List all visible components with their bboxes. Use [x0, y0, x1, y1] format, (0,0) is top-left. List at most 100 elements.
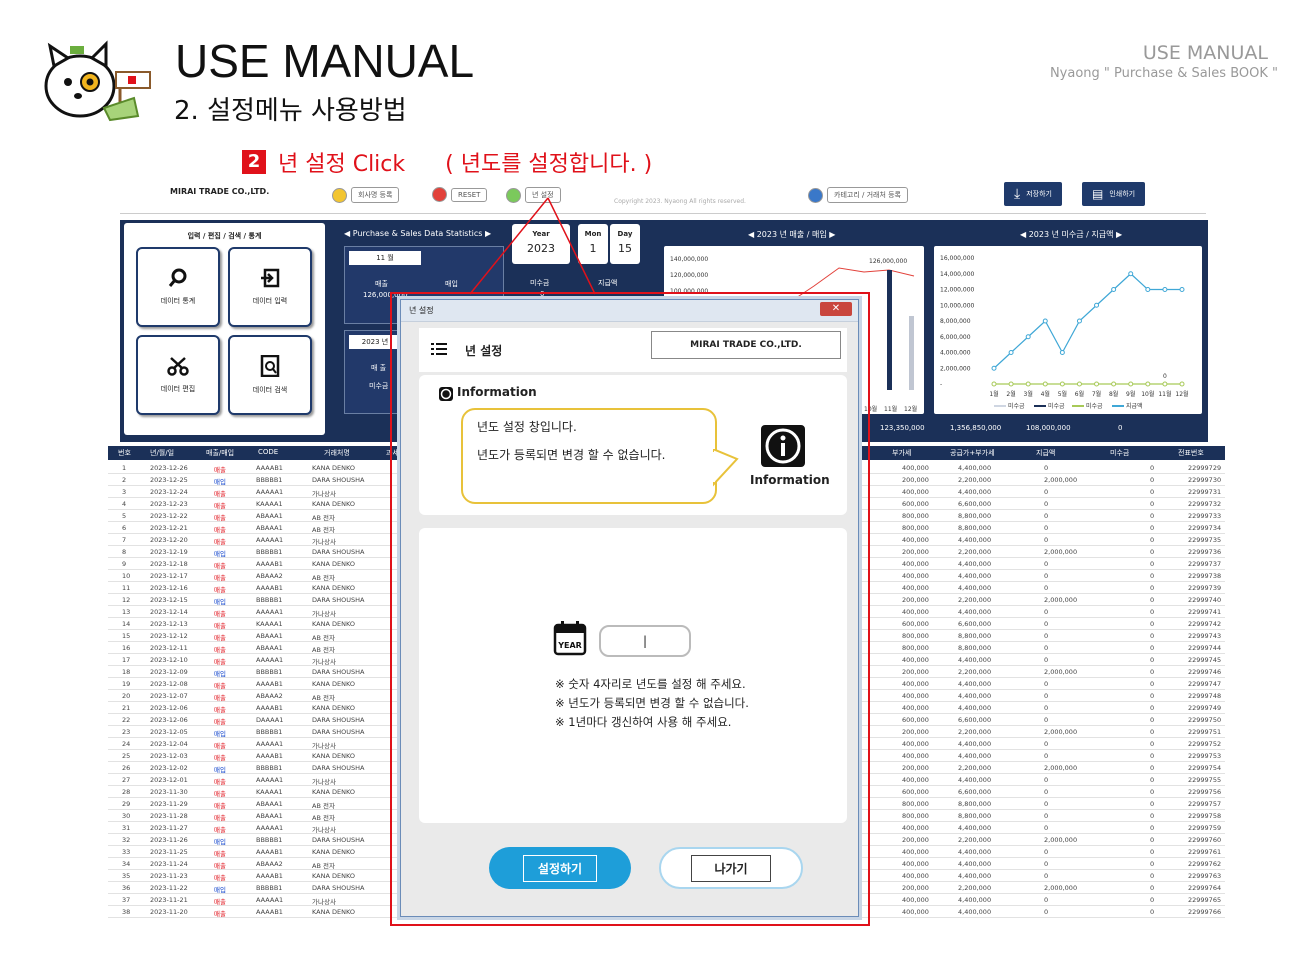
chart2-xtick: 1월 — [989, 390, 998, 398]
chart2-xtick: 4월 — [1041, 390, 1050, 398]
data-stats-tile[interactable]: 데이터 통계 — [136, 247, 220, 327]
table-cell: 400,000 — [902, 464, 929, 472]
table-cell: 1 — [122, 464, 127, 472]
table-cell: 0 — [1044, 872, 1049, 880]
table-cell: 매출 — [214, 526, 226, 534]
table-cell: BBBBB1 — [256, 548, 283, 556]
table-cell: 0 — [1150, 488, 1155, 496]
table-cell: 4,400,000 — [958, 896, 992, 904]
series-point — [1094, 302, 1100, 308]
chart2-ytick: 6,000,000 — [940, 334, 971, 341]
table-cell: 400,000 — [902, 908, 929, 916]
print-button[interactable]: ▤ 인쇄하기 — [1082, 182, 1146, 206]
legend-label: 미수금 — [1048, 402, 1065, 410]
doc-search-icon — [260, 355, 280, 377]
table-cell: 9 — [122, 560, 127, 568]
chart2-xtick: 10월 — [1141, 390, 1154, 398]
table-cell: 2023-11-22 — [150, 884, 188, 892]
table-cell: 2,000,000 — [1044, 728, 1078, 736]
table-cell: 22999732 — [1188, 500, 1222, 508]
table-cell: AB 전자 — [312, 574, 335, 582]
table-cell: 매출 — [214, 562, 226, 570]
table-cell: 15 — [122, 632, 131, 640]
chart2-ytick: 10,000,000 — [940, 302, 975, 309]
table-cell: 2023-12-01 — [150, 776, 188, 784]
speech-bubble: 년도 설정 창입니다. 년도가 등록되면 변경 할 수 없습니다. — [461, 408, 717, 504]
data-search-tile[interactable]: 데이터 검색 — [228, 335, 312, 415]
table-cell: 6,600,000 — [958, 620, 992, 628]
series-point — [1059, 381, 1065, 387]
table-cell: AB 전자 — [312, 646, 335, 654]
table-cell: 매입 — [214, 598, 226, 606]
table-cell: 0 — [1150, 464, 1155, 472]
calendar-day: Day 15 — [610, 224, 640, 264]
chart2-xtick: 3월 — [1024, 390, 1033, 398]
category-register-button[interactable]: 카테고리 / 거래처 등록 — [808, 187, 908, 203]
blue-dot-icon — [808, 187, 823, 203]
table-cell: KANA DENKO — [312, 584, 355, 592]
table-cell: 400,000 — [902, 896, 929, 904]
table-cell: 가나상사 — [312, 826, 336, 834]
table-cell: 0 — [1044, 848, 1049, 856]
table-cell: 4,400,000 — [958, 740, 992, 748]
table-cell: 0 — [1044, 908, 1049, 916]
table-cell: 13 — [122, 608, 131, 616]
table-cell: 400,000 — [902, 560, 929, 568]
table-cell: 8,800,000 — [958, 800, 992, 808]
table-cell: 2,000,000 — [1044, 476, 1078, 484]
table-cell: 400,000 — [902, 608, 929, 616]
series-point — [1128, 271, 1134, 277]
table-cell: 2023-12-22 — [150, 512, 188, 520]
table-cell: 0 — [1150, 728, 1155, 736]
table-cell: 2023-12-17 — [150, 572, 188, 580]
company-register-button[interactable]: 회사명 등록 — [332, 187, 400, 203]
exit-button[interactable]: 나가기 — [659, 847, 803, 889]
year-input[interactable]: | — [599, 625, 691, 657]
table-cell: 22999748 — [1188, 692, 1222, 700]
table-cell: 0 — [1044, 560, 1049, 568]
series-point — [1145, 287, 1151, 292]
table-cell: 매출 — [214, 778, 226, 786]
table-cell: DARA SHOUSHA — [312, 884, 365, 892]
data-edit-tile[interactable]: 데이터 편집 — [136, 335, 220, 415]
chart2-ytick: 12,000,000 — [940, 287, 975, 294]
chart2-xtick: 12월 — [1175, 390, 1188, 398]
chart2-ytick: - — [940, 381, 942, 388]
table-cell: 400,000 — [902, 848, 929, 856]
table-cell: AB 전자 — [312, 802, 335, 810]
table-cell: 2023-12-23 — [150, 500, 188, 508]
table-cell: 10 — [122, 572, 131, 580]
save-button[interactable]: ⤓ 저장하기 — [1004, 182, 1062, 206]
table-cell: 400,000 — [902, 680, 929, 688]
table-cell: 200,000 — [902, 884, 929, 892]
table-cell: 6 — [122, 524, 127, 532]
table-cell: 2023-12-21 — [150, 524, 188, 532]
table-cell: 6,600,000 — [958, 788, 992, 796]
table-cell: 0 — [1044, 536, 1049, 544]
chart2-title: ◀ 2023 년 미수금 / 지급액 ▶ — [1020, 230, 1123, 239]
month-tab[interactable]: 11 월 — [349, 251, 421, 265]
table-cell: AAAAB1 — [256, 704, 283, 712]
table-cell: 400,000 — [902, 488, 929, 496]
col-header: 지급액 — [1036, 449, 1056, 457]
table-cell: 0 — [1044, 704, 1049, 712]
table-cell: ABAAA2 — [256, 692, 283, 700]
close-button[interactable]: ✕ — [820, 302, 852, 316]
callout-lines — [469, 197, 596, 295]
set-button[interactable]: 설정하기 — [489, 847, 631, 889]
table-cell: KANA DENKO — [312, 680, 355, 688]
table-cell: 200,000 — [902, 476, 929, 484]
table-cell: 22999744 — [1188, 644, 1222, 652]
table-cell: 0 — [1044, 500, 1049, 508]
table-cell: 0 — [1150, 596, 1155, 604]
data-input-tile[interactable]: 데이터 입력 — [228, 247, 312, 327]
table-cell: KAAAA1 — [256, 620, 283, 628]
information-icon — [761, 425, 805, 467]
table-cell: 22999731 — [1188, 488, 1222, 496]
table-cell: 0 — [1044, 716, 1049, 724]
table-cell: 800,000 — [902, 644, 929, 652]
table-cell: 0 — [1044, 860, 1049, 868]
list-icon — [431, 343, 447, 355]
table-cell: DAAAA1 — [256, 716, 284, 724]
table-cell: 0 — [1150, 716, 1155, 724]
